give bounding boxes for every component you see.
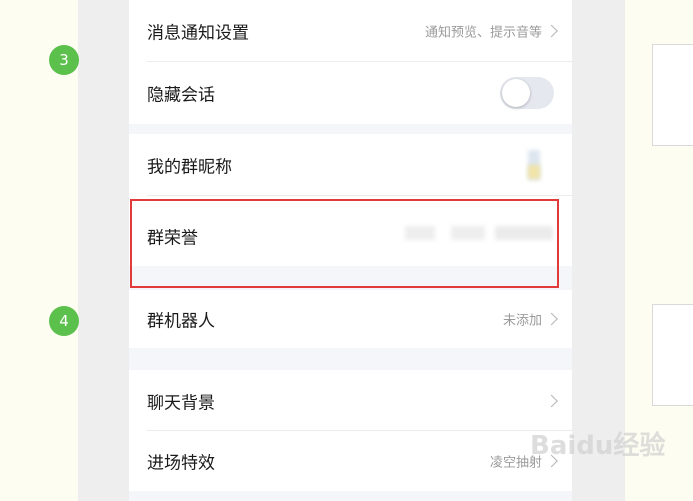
notification-settings-row[interactable]: 消息通知设置 通知预览、提示音等 — [129, 0, 572, 62]
group-nickname-row[interactable]: 我的群昵称 — [129, 134, 572, 196]
chat-background-label: 聊天背景 — [147, 393, 215, 413]
chat-background-row[interactable]: 聊天背景 — [129, 370, 572, 431]
hide-chat-row: 隐藏会话 — [129, 62, 572, 124]
notification-settings-value: 通知预览、提示音等 — [424, 25, 542, 41]
step-badge-4: 4 — [49, 306, 79, 336]
group-robot-row[interactable]: 群机器人 未添加 — [129, 290, 572, 348]
side-card-bottom — [652, 304, 693, 406]
baidu-watermark: Baidu经验 — [530, 431, 666, 461]
entry-effect-row[interactable]: 进场特效 凌空抽射 — [129, 431, 572, 491]
group-robot-value: 未添加 — [502, 313, 542, 329]
hide-chat-toggle[interactable] — [500, 77, 554, 109]
side-card-top — [652, 44, 693, 146]
notification-settings-label: 消息通知设置 — [147, 23, 249, 44]
toggle-knob — [502, 79, 530, 107]
group-robot-label: 群机器人 — [147, 311, 215, 332]
chevron-right-icon — [545, 24, 558, 38]
group-honor-highlight-box — [130, 199, 559, 288]
group-nickname-label: 我的群昵称 — [147, 157, 232, 178]
hide-chat-label: 隐藏会话 — [147, 85, 215, 106]
step-badge-3: 3 — [49, 45, 79, 75]
chevron-right-icon — [545, 394, 558, 407]
entry-effect-label: 进场特效 — [147, 453, 215, 474]
chevron-right-icon — [545, 312, 558, 326]
blurred-nickname-value-accent — [528, 165, 540, 179]
